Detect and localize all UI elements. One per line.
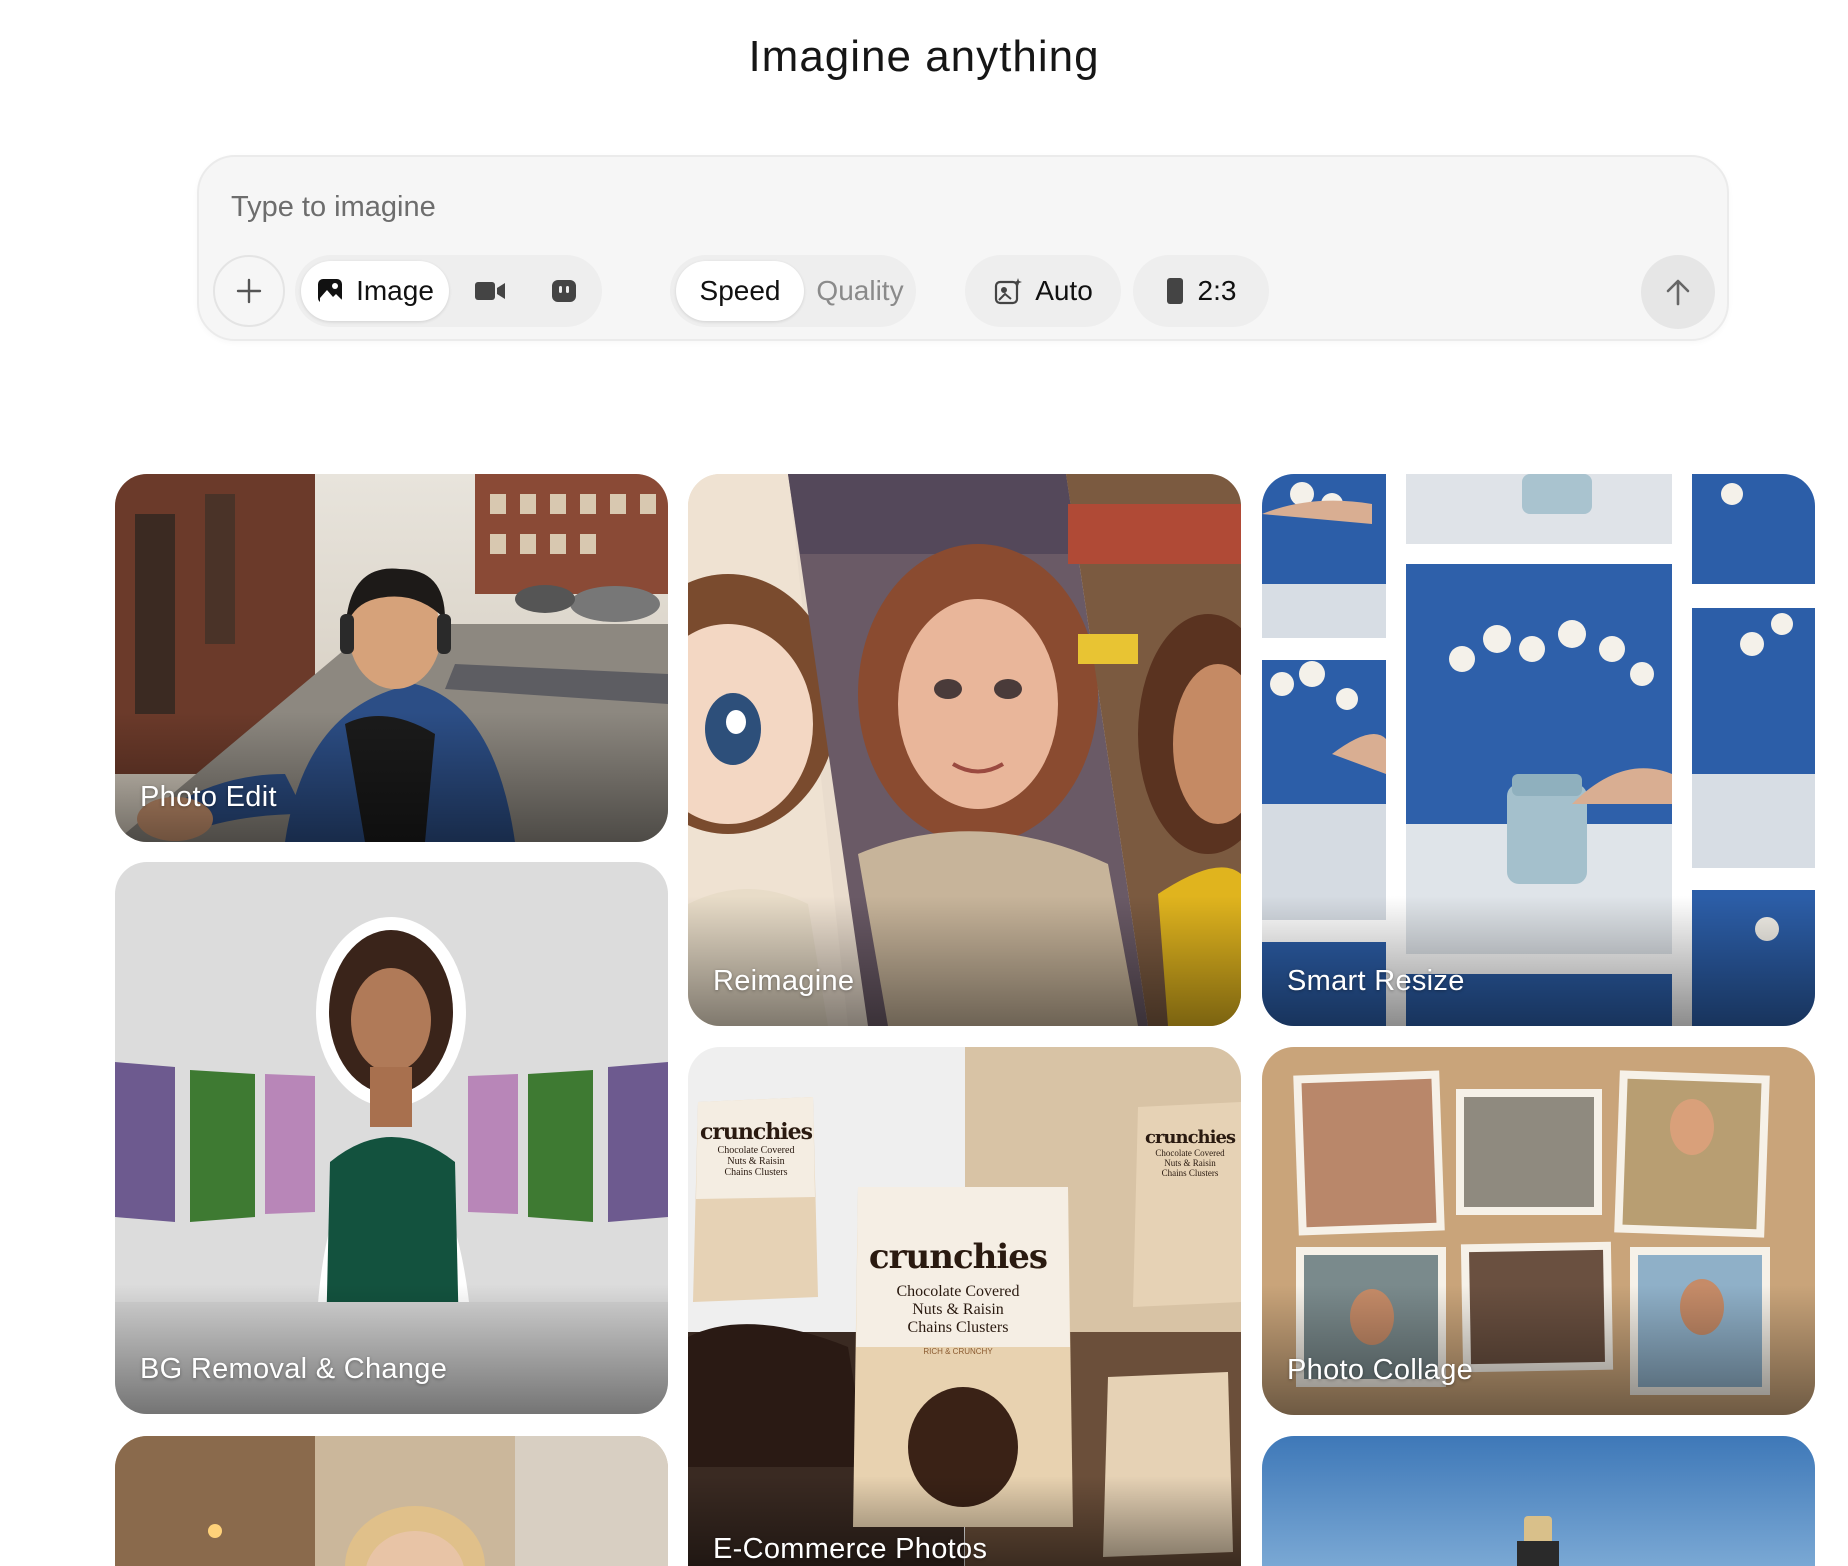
- feature-card-bg-removal[interactable]: BG Removal & Change: [115, 862, 668, 1414]
- auto-style-icon: [995, 278, 1023, 305]
- mode-image-label: Image: [356, 275, 434, 306]
- quality-option[interactable]: Quality: [808, 261, 912, 321]
- feature-card-ecommerce[interactable]: crunchies Chocolate Covered Nuts & Raisi…: [688, 1047, 1241, 1566]
- mode-video-button[interactable]: [455, 261, 525, 321]
- send-button[interactable]: [1641, 255, 1715, 329]
- label-shade: [115, 1284, 668, 1414]
- feature-card-portrait[interactable]: [115, 1436, 668, 1566]
- speed-option[interactable]: Speed: [676, 261, 804, 321]
- card-label: Smart Resize: [1287, 965, 1465, 997]
- product-brand: crunchies: [1144, 1127, 1236, 1148]
- feature-card-smart-resize[interactable]: Smart Resize: [1262, 474, 1815, 1026]
- quality-selector: Speed Quality: [670, 255, 916, 327]
- product-pack-right: crunchies Chocolate Covered Nuts & Raisi…: [1140, 1127, 1240, 1178]
- product-line-1: Chocolate Covered: [896, 1283, 1020, 1300]
- aspect-ratio-button[interactable]: 2:3: [1133, 255, 1269, 327]
- image-icon: [318, 279, 343, 303]
- label-shade: [1262, 1285, 1815, 1415]
- product-pack-left: crunchies Chocolate Covered Nuts & Raisi…: [696, 1119, 816, 1178]
- product-line-2: Nuts & Raisin: [912, 1301, 1004, 1318]
- product-thumbnail: [1262, 1436, 1815, 1566]
- product-brand: crunchies: [868, 1237, 1048, 1277]
- card-label: Reimagine: [713, 965, 855, 997]
- ratio-label: 2:3: [1197, 275, 1237, 306]
- product-line-1: Chocolate Covered: [717, 1145, 795, 1156]
- ratio-content: 2:3: [1133, 261, 1269, 321]
- label-shade: [688, 896, 1241, 1026]
- auto-button[interactable]: Auto: [965, 255, 1121, 327]
- product-tag: RICH & CRUNCHY: [923, 1347, 993, 1356]
- product-brand: crunchies: [699, 1119, 813, 1145]
- character-icon: [552, 280, 576, 302]
- auto-content: Auto: [965, 261, 1121, 321]
- product-line-3: Chains Clusters: [724, 1167, 788, 1178]
- label-shade: [1262, 896, 1815, 1026]
- feature-card-product[interactable]: [1262, 1436, 1815, 1566]
- portrait-thumbnail: [115, 1436, 668, 1566]
- mode-selector: Image: [295, 255, 602, 327]
- card-label: E-Commerce Photos: [713, 1533, 988, 1565]
- feature-card-photo-collage[interactable]: Photo Collage: [1262, 1047, 1815, 1415]
- auto-label: Auto: [1035, 275, 1093, 306]
- feature-card-photo-edit[interactable]: Photo Edit: [115, 474, 668, 842]
- product-line-1: Chocolate Covered: [1155, 1148, 1225, 1158]
- plus-icon: [236, 278, 262, 304]
- video-icon: [475, 282, 505, 300]
- product-pack-main: crunchies Chocolate Covered Nuts & Raisi…: [853, 1237, 1063, 1356]
- feature-card-reimagine[interactable]: Reimagine: [688, 474, 1241, 1026]
- product-line-2: Nuts & Raisin: [1164, 1158, 1216, 1168]
- mode-character-button[interactable]: [529, 261, 599, 321]
- label-shade: [115, 712, 668, 842]
- arrow-up-icon: [1666, 279, 1690, 306]
- prompt-input[interactable]: [229, 183, 1433, 231]
- speed-label: Speed: [699, 275, 781, 306]
- card-label: Photo Edit: [140, 781, 277, 813]
- portrait-ratio-icon: [1166, 278, 1183, 304]
- quality-label: Quality: [816, 275, 904, 306]
- mode-image-button[interactable]: Image: [301, 261, 449, 321]
- prompt-composer: Image Speed Quality: [197, 155, 1729, 341]
- card-label: BG Removal & Change: [140, 1353, 448, 1385]
- add-button[interactable]: [213, 255, 285, 327]
- product-line-2: Nuts & Raisin: [727, 1156, 785, 1167]
- page-title: Imagine anything: [748, 32, 1100, 81]
- product-line-3: Chains Clusters: [1161, 1168, 1219, 1178]
- product-line-3: Chains Clusters: [907, 1319, 1009, 1336]
- card-label: Photo Collage: [1287, 1354, 1474, 1386]
